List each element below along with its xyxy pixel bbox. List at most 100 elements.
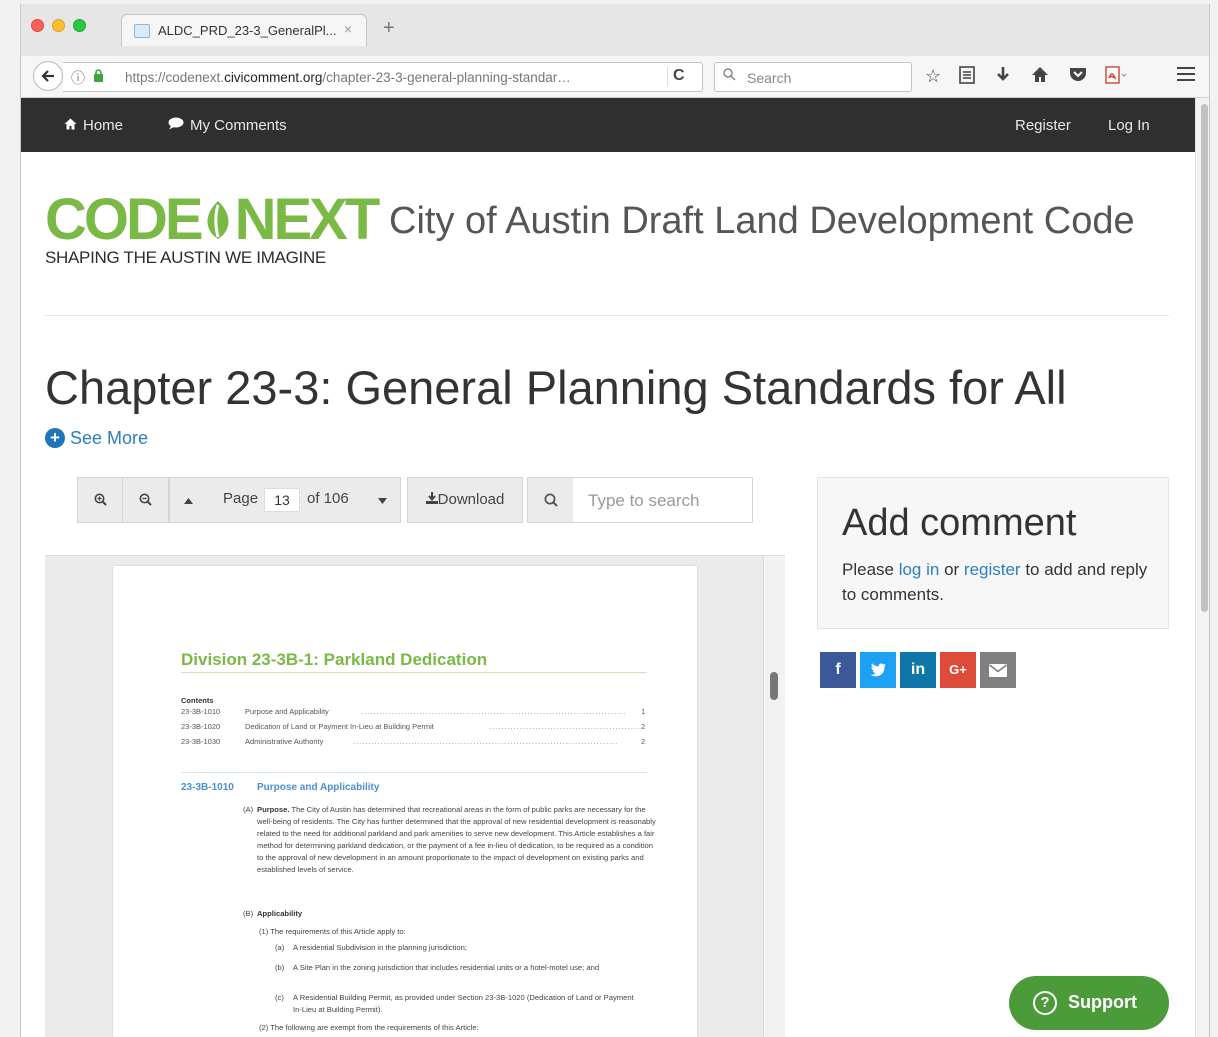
twitter-icon [870,663,886,677]
plus-circle-icon: + [45,428,65,448]
tab-close-icon[interactable]: × [344,21,352,37]
home-icon [64,118,77,133]
pocket-icon[interactable] [1069,66,1087,86]
download-button[interactable]: Download [407,477,523,523]
home-icon[interactable] [1031,66,1049,87]
email-icon [989,664,1007,677]
applicability-item-a: A residential Subdivision in the plannin… [293,943,467,952]
page-favicon-icon [134,24,150,38]
comment-icon [168,117,184,133]
login-link[interactable]: log in [899,560,940,579]
page-label: Page [223,490,259,507]
new-tab-button[interactable]: + [383,18,395,38]
zoom-in-button[interactable] [77,477,123,523]
browser-tab[interactable]: ALDC_PRD_23-3_GeneralPl... × [121,14,367,46]
header-divider [45,315,1169,316]
nav-register[interactable]: Register [1015,117,1071,134]
page-title: Chapter 23-3: General Planning Standards… [45,361,1067,414]
pdf-extension-icon[interactable] [1105,66,1127,88]
tab-title: ALDC_PRD_23-3_GeneralPl... [158,23,337,38]
lock-icon [93,69,104,85]
url-text: https://codenext.civicomment.org/chapter… [125,70,571,85]
support-button[interactable]: ? Support [1009,976,1169,1030]
page-scrollbar[interactable] [1195,98,1209,1037]
viewer-scrollbar[interactable] [763,556,785,1037]
linkedin-icon: in [910,661,926,678]
search-icon [723,68,736,84]
site-header: Home My Comments Register Log In [21,98,1195,152]
codenext-logo[interactable]: CODE NEXT SHAPING THE AUSTIN WE IMAGINE [45,190,380,268]
applicability-item-2: (2) The following are exempt from the re… [259,1023,479,1032]
document-search-placeholder: Type to search [588,491,700,510]
search-icon [544,493,558,507]
leaf-icon [201,192,235,239]
google-plus-icon: G+ [949,662,967,677]
email-share-button[interactable] [980,652,1016,688]
browser-search-box[interactable]: Search [714,62,912,92]
zoom-out-button[interactable] [122,477,169,523]
previous-page-button[interactable] [169,477,207,523]
applicability-item-c: A Residential Building Permit, as provid… [293,993,634,1014]
facebook-share-button[interactable]: f [820,652,856,688]
url-divider [667,67,668,87]
document-search-button[interactable] [527,477,574,523]
site-title: City of Austin Draft Land Development Co… [389,200,1135,242]
toc-leader: ........................................… [353,737,619,746]
toc-leader: ........................................… [489,722,639,731]
nav-home[interactable]: Home [64,117,123,134]
section-rule [181,772,647,773]
help-circle-icon: ? [1033,991,1057,1015]
linkedin-share-button[interactable]: in [900,652,936,688]
document-page: Division 23-3B-1: Parkland Dedication Co… [113,566,697,1037]
toc-title: Administrative Authority [245,737,324,746]
document-search-input[interactable]: Type to search [573,477,753,523]
toc-title: Purpose and Applicability [245,707,329,716]
search-placeholder: Search [747,70,792,86]
google-plus-share-button[interactable]: G+ [940,652,976,688]
viewer-scrollbar-thumb[interactable] [770,672,778,700]
nav-login[interactable]: Log In [1108,117,1150,134]
comment-instructions: Please log in or register to add and rep… [842,560,1148,604]
division-title: Division 23-3B-1: Parkland Dedication [181,650,488,669]
section-number: 23-3B-1010 [181,782,234,793]
facebook-icon: f [835,661,841,678]
document-viewer[interactable]: Division 23-3B-1: Parkland Dedication Co… [45,555,785,1037]
clause-label: (c) [275,993,284,1002]
reading-list-icon[interactable] [959,66,975,88]
toc-leader: ........................................… [361,707,627,716]
minimize-window-button[interactable] [52,19,65,32]
page-total: of 106 [307,490,349,507]
address-bar[interactable]: ⓘ https://codenext.civicomment.org/chapt… [63,62,703,92]
download-label: Download [437,491,505,508]
zoom-window-button[interactable] [73,19,86,32]
toc-number: 23-3B-1030 [181,737,221,746]
toc-number: 23-3B-1010 [181,707,221,716]
add-comment-heading: Add comment [842,502,1077,544]
toc-number: 23-3B-1020 [181,722,221,731]
page-scrollbar-thumb[interactable] [1201,104,1208,612]
bookmark-star-icon[interactable]: ☆ [925,66,941,86]
back-button[interactable] [33,61,63,91]
next-page-button[interactable] [363,477,401,523]
close-window-button[interactable] [31,19,44,32]
section-title: Purpose and Applicability [257,782,380,793]
clause-label: (a) [275,943,285,952]
add-comment-panel: Add comment Please log in or register to… [817,477,1169,629]
applicability-item-1: (1) The requirements of this Article app… [259,927,406,936]
toc-page: 1 [641,707,646,716]
page-number-input[interactable]: 13 [264,488,300,512]
site-info-icon[interactable]: ⓘ [71,68,85,88]
twitter-share-button[interactable] [860,652,896,688]
download-icon [425,492,438,504]
title-rule [181,672,647,673]
nav-my-comments[interactable]: My Comments [168,117,287,134]
toc-page: 2 [641,722,646,731]
clause-label: (b) [275,963,285,972]
tab-strip: ALDC_PRD_23-3_GeneralPl... × + [21,4,1209,56]
downloads-icon[interactable] [995,66,1011,88]
register-link[interactable]: register [964,560,1021,579]
reload-icon[interactable]: C [673,67,685,85]
browser-toolbar: ⓘ https://codenext.civicomment.org/chapt… [21,56,1209,98]
see-more-link[interactable]: + See More [45,428,148,449]
menu-icon[interactable] [1177,67,1195,85]
